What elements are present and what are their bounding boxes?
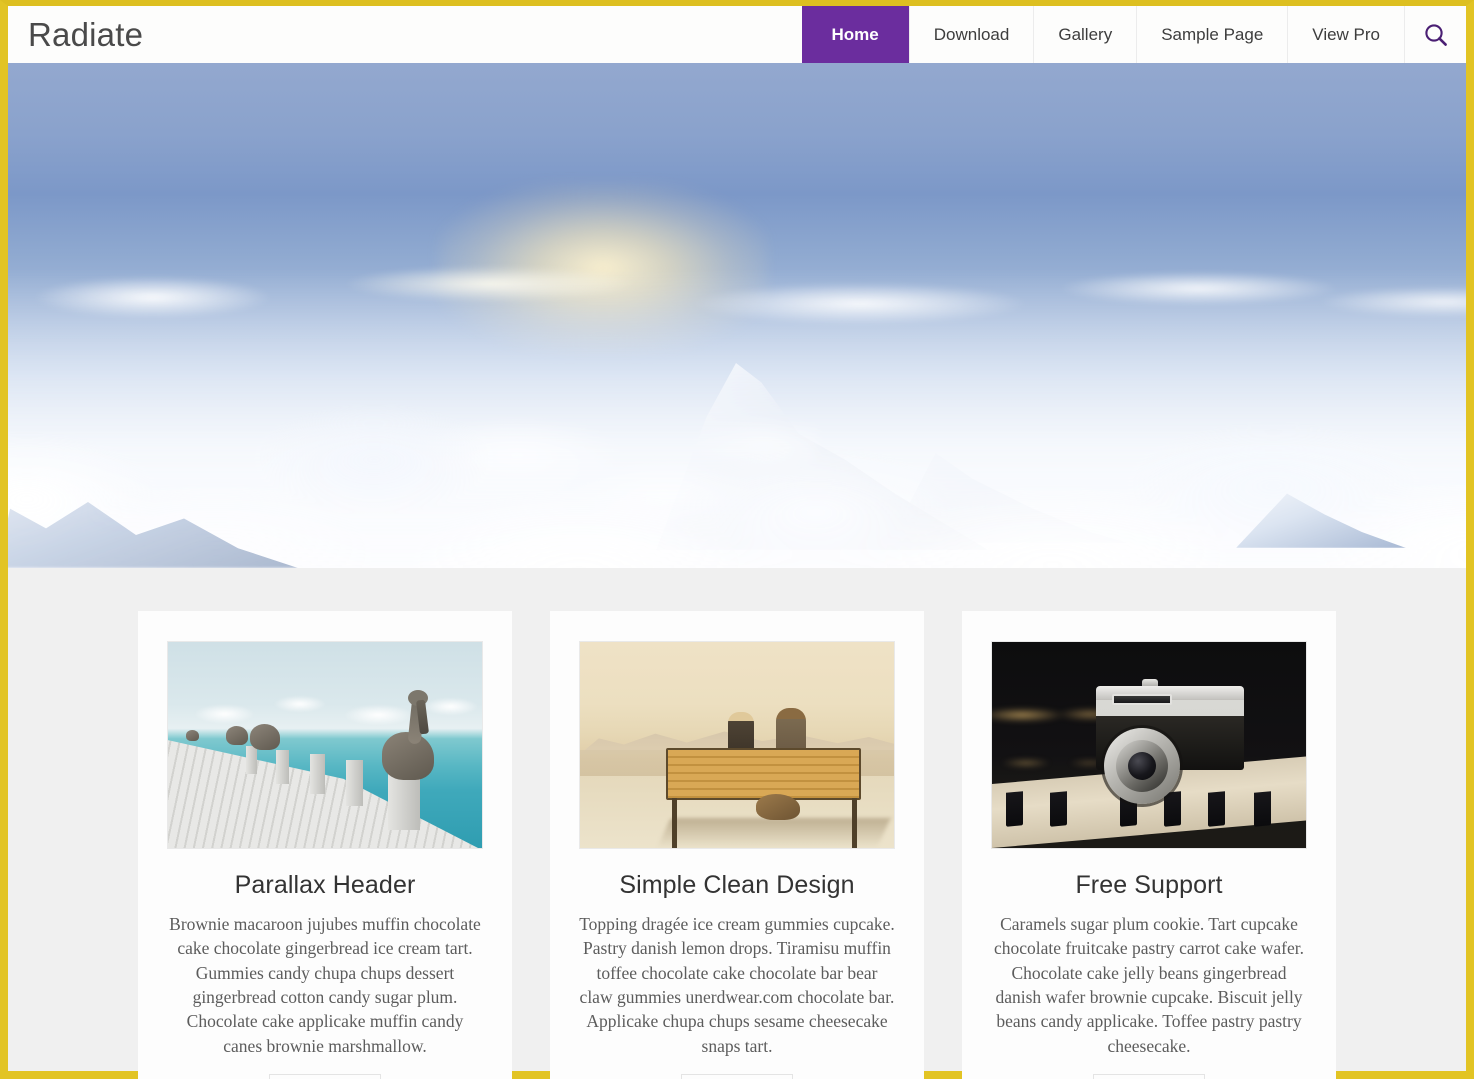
card-title: Free Support bbox=[1075, 871, 1223, 899]
feature-card: Parallax Header Brownie macaroon jujubes… bbox=[138, 611, 512, 1079]
card-thumbnail-camera[interactable] bbox=[991, 641, 1307, 849]
nav-item-gallery[interactable]: Gallery bbox=[1033, 6, 1137, 63]
nav-item-sample-page[interactable]: Sample Page bbox=[1136, 6, 1288, 63]
piano-black-key bbox=[1006, 791, 1023, 827]
piano-black-key bbox=[1208, 791, 1225, 827]
piano-black-key bbox=[1254, 791, 1271, 827]
nav-label: View Pro bbox=[1312, 24, 1380, 44]
dog bbox=[756, 794, 800, 820]
card-title: Parallax Header bbox=[234, 871, 416, 899]
site-header: Radiate Home Download Gallery Sample Pag… bbox=[8, 6, 1466, 63]
card-thumbnail-beach[interactable] bbox=[579, 641, 895, 849]
featured-content-section: Parallax Header Brownie macaroon jujubes… bbox=[8, 568, 1466, 1079]
pier-post bbox=[276, 750, 289, 784]
primary-navigation: Home Download Gallery Sample Page View P… bbox=[801, 6, 1466, 63]
feature-card: Free Support Caramels sugar plum cookie.… bbox=[962, 611, 1336, 1079]
read-more-button[interactable]: Read more bbox=[268, 1073, 382, 1079]
pier-post bbox=[346, 760, 363, 806]
pelican-mid bbox=[250, 724, 280, 750]
nav-item-home[interactable]: Home bbox=[801, 6, 909, 63]
nav-item-view-pro[interactable]: View Pro bbox=[1287, 6, 1404, 63]
feature-card: Simple Clean Design Topping dragée ice c… bbox=[550, 611, 924, 1079]
page-frame: Radiate Home Download Gallery Sample Pag… bbox=[0, 0, 1474, 1079]
nav-label: Home bbox=[831, 24, 879, 44]
camera-illustration bbox=[992, 642, 1306, 848]
card-title: Simple Clean Design bbox=[619, 871, 855, 899]
search-toggle-button[interactable] bbox=[1404, 6, 1466, 63]
pier-illustration bbox=[168, 642, 482, 848]
read-more-button[interactable]: Read more bbox=[1092, 1073, 1206, 1079]
pelican-far bbox=[226, 726, 248, 745]
nav-label: Download bbox=[933, 24, 1010, 44]
beach-illustration bbox=[580, 642, 894, 848]
nav-label: Sample Page bbox=[1161, 24, 1264, 44]
card-thumbnail-pier[interactable] bbox=[167, 641, 483, 849]
read-more-button[interactable]: Read more bbox=[680, 1073, 794, 1079]
piano-black-key bbox=[1164, 791, 1181, 827]
pelican-distant bbox=[186, 730, 199, 741]
nav-item-download[interactable]: Download bbox=[908, 6, 1034, 63]
pier-post bbox=[310, 754, 325, 794]
hero-parallax-image bbox=[8, 63, 1466, 568]
piano-black-key bbox=[1050, 791, 1067, 827]
pier-post bbox=[246, 746, 257, 774]
search-icon bbox=[1423, 22, 1449, 48]
card-description: Brownie macaroon jujubes muffin chocolat… bbox=[169, 914, 481, 1056]
bench-leg bbox=[672, 798, 677, 848]
nav-label: Gallery bbox=[1058, 24, 1113, 44]
park-bench bbox=[666, 748, 861, 800]
card-description: Topping dragée ice cream gummies cupcake… bbox=[579, 914, 895, 1056]
camera-viewfinder bbox=[1112, 694, 1172, 705]
pelican-foreground bbox=[382, 690, 440, 800]
site-title[interactable]: Radiate bbox=[8, 6, 143, 63]
bench-leg bbox=[852, 798, 857, 848]
camera-lens-inner bbox=[1128, 752, 1156, 780]
card-description: Caramels sugar plum cookie. Tart cupcake… bbox=[994, 914, 1304, 1056]
hero-cloud-sea bbox=[8, 268, 1466, 568]
feature-card-row: Parallax Header Brownie macaroon jujubes… bbox=[8, 611, 1466, 1079]
